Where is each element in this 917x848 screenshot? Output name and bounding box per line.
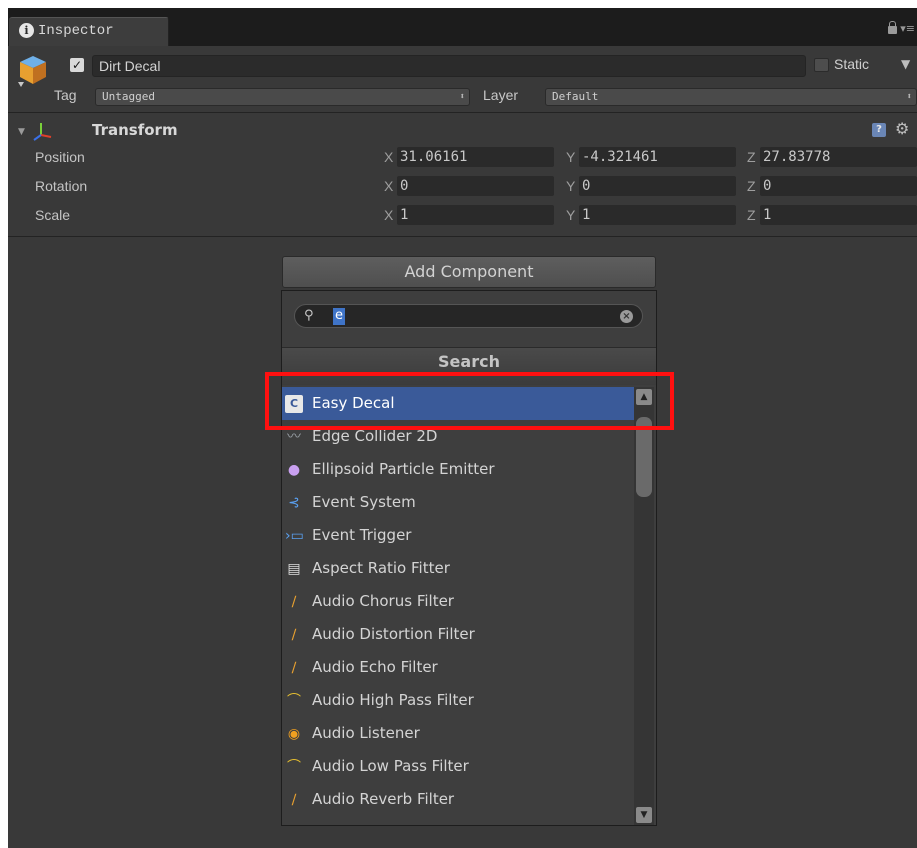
list-item[interactable]: ⌒ Audio High Pass Filter — [282, 684, 634, 717]
gameobject-cube-icon — [18, 56, 46, 87]
list-item[interactable]: ◉ Audio Listener — [282, 717, 634, 750]
audio-reverb-icon: ∕ — [291, 792, 297, 808]
position-x-field[interactable]: 31.06161 — [397, 147, 554, 167]
scale-z-field[interactable]: 1 — [760, 205, 917, 225]
static-checkbox[interactable] — [814, 58, 829, 72]
search-input[interactable]: ⚲ e × — [294, 304, 643, 328]
list-item-label: Audio Echo Filter — [312, 658, 438, 676]
axis-z-label: Z — [747, 178, 756, 194]
scale-x-field[interactable]: 1 — [397, 205, 554, 225]
particle-emitter-icon: ● — [287, 462, 301, 478]
list-item[interactable]: ∕ Audio Echo Filter — [282, 651, 634, 684]
list-item-label: Audio Chorus Filter — [312, 592, 454, 610]
gear-icon[interactable]: ⚙ — [895, 119, 909, 138]
layer-dropdown[interactable]: Default ⬍ — [545, 88, 917, 106]
clear-icon[interactable]: × — [620, 310, 633, 323]
rotation-x-field[interactable]: 0 — [397, 176, 554, 196]
event-trigger-icon: ›▭ — [285, 528, 304, 544]
divider — [8, 112, 917, 113]
audio-distortion-icon: ∕ — [291, 627, 297, 643]
scale-label: Scale — [35, 207, 71, 223]
list-item[interactable]: ›▭ Event Trigger — [282, 519, 634, 552]
menu-icon[interactable]: ▾≡ — [900, 22, 915, 35]
updown-arrows-icon: ⬍ — [906, 92, 912, 102]
updown-arrows-icon: ⬍ — [459, 92, 465, 102]
axis-z-label: Z — [747, 207, 756, 223]
list-item[interactable]: ⊰ Event System — [282, 486, 634, 519]
position-z-field[interactable]: 27.83778 — [760, 147, 917, 167]
object-name-field[interactable]: Dirt Decal — [92, 55, 806, 77]
list-item-label: Ellipsoid Particle Emitter — [312, 460, 495, 478]
list-item[interactable]: ∕ Audio Distortion Filter — [282, 618, 634, 651]
search-query: e — [333, 308, 345, 325]
list-item-label: Audio Distortion Filter — [312, 625, 475, 643]
list-item[interactable]: ● Ellipsoid Particle Emitter — [282, 453, 634, 486]
active-checkbox[interactable]: ✓ — [70, 58, 84, 72]
audio-low-pass-icon: ⌒ — [287, 759, 301, 775]
scale-y-field[interactable]: 1 — [579, 205, 736, 225]
position-label: Position — [35, 149, 85, 165]
rotation-y-field[interactable]: 0 — [579, 176, 736, 196]
result-list: C Easy Decal 〰 Edge Collider 2D ● Ellips… — [282, 387, 634, 825]
lock-icon[interactable] — [888, 21, 897, 34]
axis-y-label: Y — [566, 207, 576, 223]
search-icon: ⚲ — [304, 308, 314, 323]
highlight-annotation — [265, 372, 674, 430]
layer-label: Layer — [483, 87, 519, 103]
list-item-label: Event System — [312, 493, 416, 511]
axis-y-label: Y — [566, 149, 576, 165]
list-item-label: Audio Reverb Filter — [312, 790, 455, 808]
axis-x-label: X — [384, 207, 394, 223]
layer-value: Default — [552, 90, 599, 103]
axis-z-label: Z — [747, 149, 756, 165]
rotation-z-field[interactable]: 0 — [760, 176, 917, 196]
axis-x-label: X — [384, 149, 394, 165]
transform-title: Transform — [92, 121, 178, 139]
divider — [8, 236, 917, 237]
list-item[interactable]: ∕ Audio Chorus Filter — [282, 585, 634, 618]
axis-x-label: X — [384, 178, 394, 194]
edge-collider-icon: 〰 — [287, 429, 301, 445]
audio-listener-icon: ◉ — [287, 726, 301, 742]
tag-label: Tag — [54, 87, 77, 103]
transform-axis-icon — [33, 123, 52, 141]
add-component-popup: ⚲ e × Search C Easy Decal 〰 Edge Collide… — [281, 290, 657, 826]
aspect-ratio-icon: ▤ — [287, 561, 301, 577]
tab-inspector[interactable]: i Inspector — [9, 17, 169, 46]
add-component-button[interactable]: Add Component — [282, 256, 656, 288]
tag-value: Untagged — [102, 90, 155, 103]
axis-y-label: Y — [566, 178, 576, 194]
list-item-label: Audio Listener — [312, 724, 420, 742]
tab-bar: i Inspector ▾≡ — [8, 8, 917, 46]
scrollbar[interactable]: ▲ ▼ — [634, 387, 654, 825]
info-icon: i — [19, 23, 34, 38]
tab-label: Inspector — [38, 23, 114, 39]
scroll-down-arrow-icon[interactable]: ▼ — [636, 807, 652, 823]
audio-chorus-icon: ∕ — [291, 594, 297, 610]
event-system-icon: ⊰ — [288, 495, 300, 511]
list-item[interactable]: ▤ Aspect Ratio Fitter — [282, 552, 634, 585]
list-item-label: Event Trigger — [312, 526, 412, 544]
foldout-arrow-icon[interactable]: ▼ — [18, 127, 25, 137]
rotation-label: Rotation — [35, 178, 88, 194]
static-dropdown-arrow[interactable]: ▼ — [901, 57, 910, 71]
list-item-label: Audio Low Pass Filter — [312, 757, 469, 775]
position-y-field[interactable]: -4.321461 — [579, 147, 736, 167]
list-item[interactable]: ⌒ Audio Low Pass Filter — [282, 750, 634, 783]
list-item-label: Audio High Pass Filter — [312, 691, 474, 709]
static-label: Static — [834, 56, 870, 72]
list-item[interactable]: ∕ Audio Reverb Filter — [282, 783, 634, 816]
audio-echo-icon: ∕ — [291, 660, 297, 676]
inspector-window: i Inspector ▾≡ ✓ Dirt Decal Static ▼ Tag… — [8, 8, 917, 848]
help-icon[interactable]: ? — [872, 123, 886, 137]
audio-high-pass-icon: ⌒ — [287, 693, 301, 709]
list-item-label: Aspect Ratio Fitter — [312, 559, 450, 577]
tag-dropdown[interactable]: Untagged ⬍ — [95, 88, 470, 106]
